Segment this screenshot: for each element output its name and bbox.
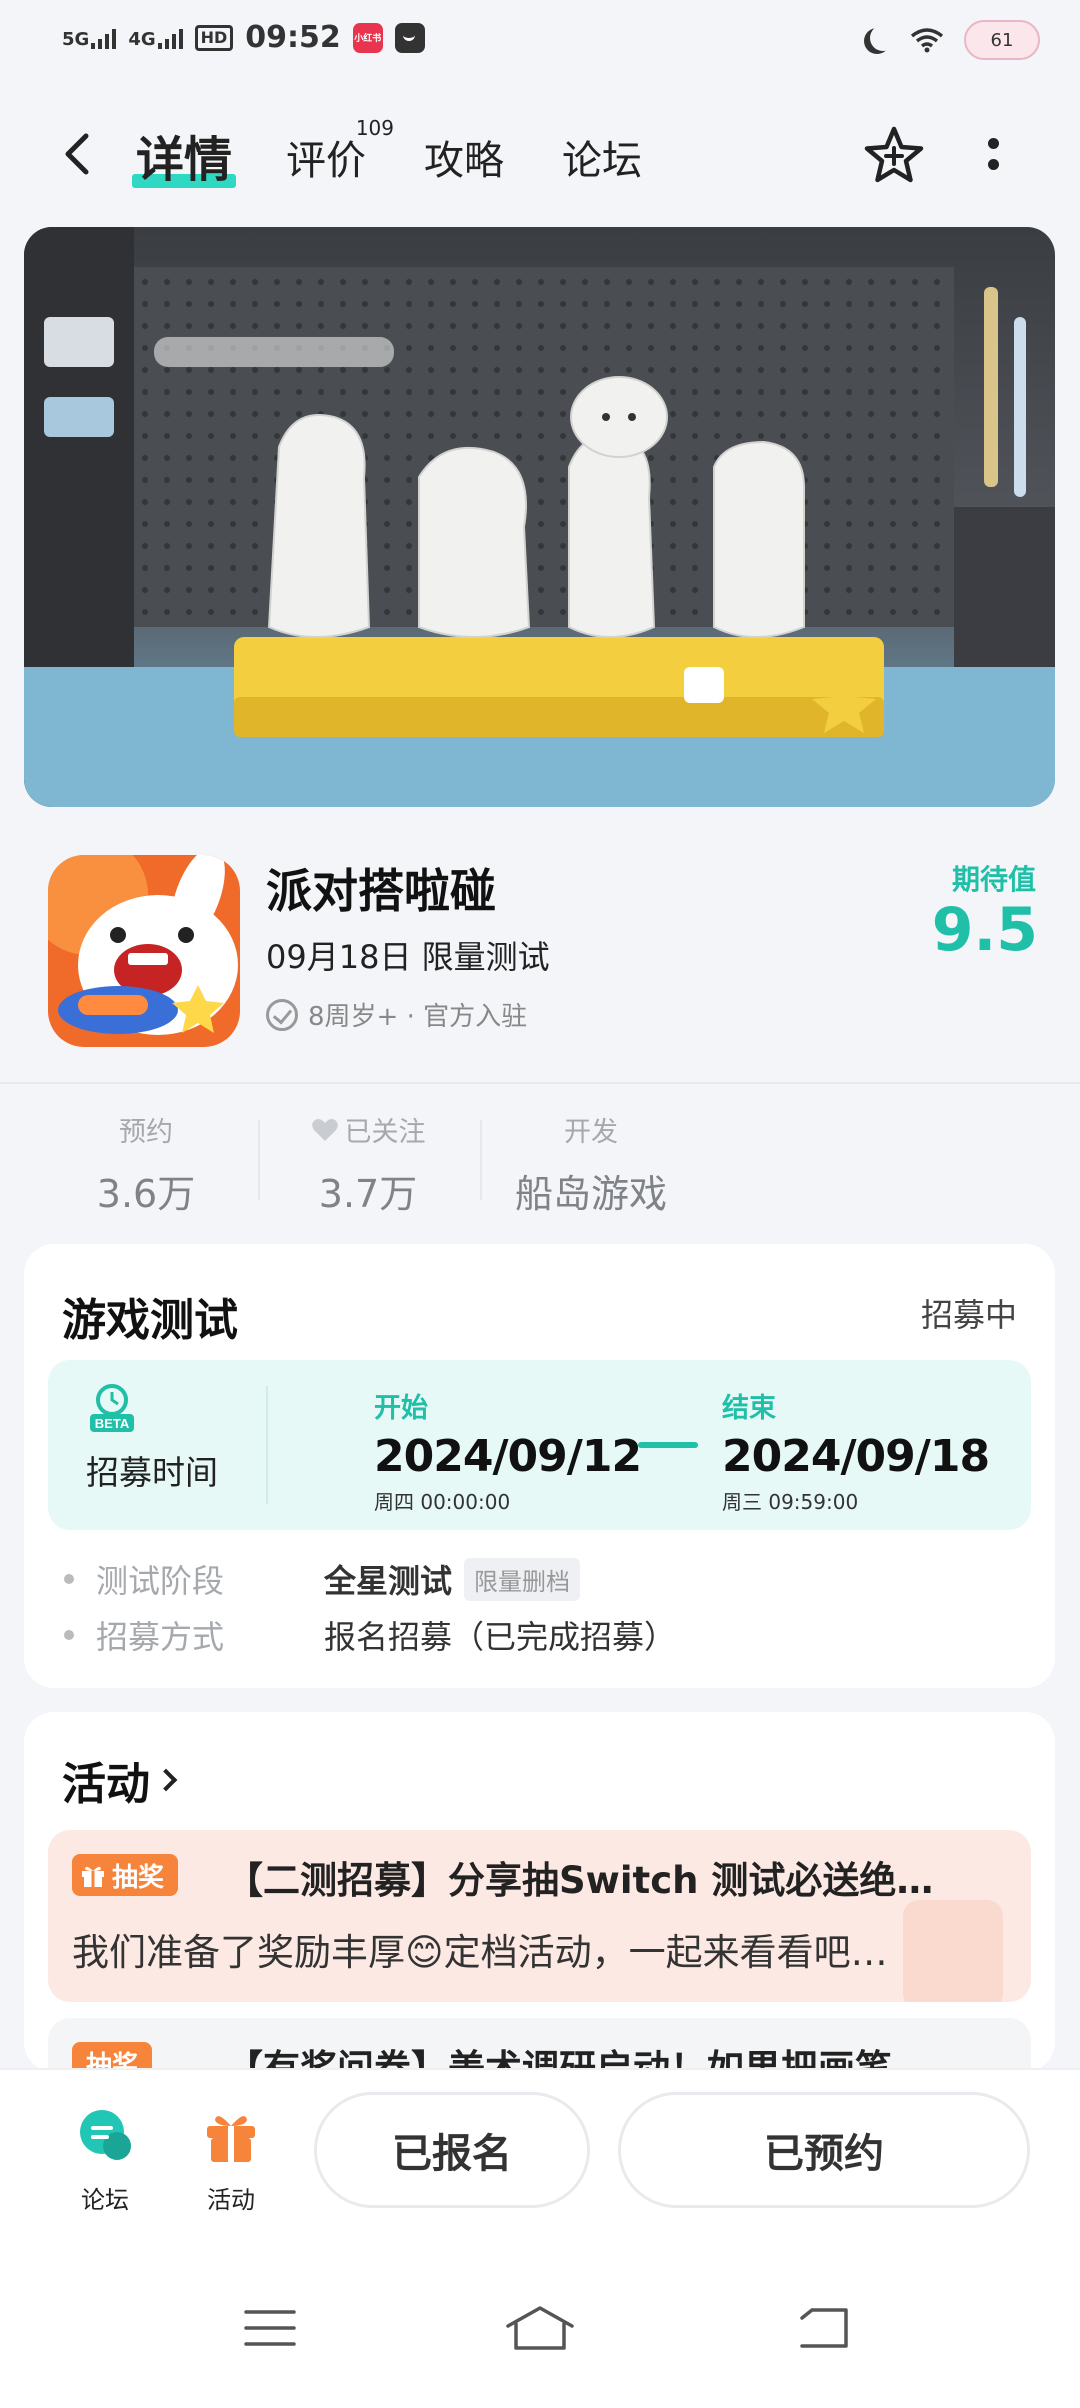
gift-icon [82,1866,104,1887]
activity-item-title: 【有奖问卷】美术调研启动！如果把画笔… [226,2047,929,2072]
arrow-right-icon [638,1442,698,1448]
lottery-badge: 抽奖 [72,1854,179,1896]
status-bar: 5G 4G HD 09:52 小红书 61 [0,0,1080,82]
tab-label: 论坛 [562,138,642,184]
tab-guides[interactable]: 攻略 [424,128,504,186]
back-icon[interactable] [58,132,98,176]
clock: 09:52 [245,20,341,55]
stat-label: 预约 [119,1117,173,1148]
back-nav-icon[interactable] [796,2306,852,2350]
info-row-recruit-method: 招募方式 报名招募（已完成招募） [64,1612,676,1658]
end-weekday: 周三 09:59:00 [722,1490,859,1514]
tab-label: 评价 [286,138,366,184]
signed-up-button[interactable]: 已报名 [314,2092,590,2208]
info-tag: 限量删档 [464,1557,581,1601]
start-time: 开始 2024/09/12 周四 00:00:00 [374,1386,642,1515]
tab-forum[interactable]: 论坛 [562,128,642,186]
game-banner-video[interactable] [24,227,1055,807]
expectation-label: 期待值 [951,863,1036,896]
end-time: 结束 2024/09/18 周三 09:59:00 [722,1386,990,1515]
recruit-label: 招募时间 [86,1453,218,1492]
recruit-status: 招募中 [920,1296,1017,1334]
game-test-card: 游戏测试 招募中 BETA 招募时间 开始 2024/09/12 周四 00:0… [24,1244,1055,1688]
heart-icon [311,1118,338,1141]
activity-title: 活动 [62,1759,150,1810]
beta-text: BETA [95,1416,130,1431]
activity-item-title: 【二测招募】分享抽Switch 测试必送绝… [226,1859,934,1902]
game-meta: 8周岁+ · 官方入驻 [266,996,527,1033]
beta-icon: BETA [90,1384,134,1432]
game-meta-text: 8周岁+ · 官方入驻 [308,1002,528,1032]
game-app-icon[interactable] [48,855,240,1047]
review-count-badge: 109 [355,116,394,140]
stat-value: 3.7万 [318,1172,418,1216]
forum-label: 论坛 [81,2186,129,2214]
info-value: 报名招募（已完成招募） [324,1618,677,1656]
hd-icon: HD [194,24,234,51]
message-icon [394,22,425,53]
info-key: 招募方式 [96,1618,225,1656]
tab-label: 详情 [136,132,233,188]
signal-5g: 5G [62,27,117,50]
activity-item[interactable]: 抽奖 【有奖问卷】美术调研启动！如果把画笔… [48,2018,1031,2072]
end-date: 2024/09/18 [722,1431,990,1482]
activity-button[interactable]: 活动 [186,2106,276,2215]
end-label: 结束 [722,1393,776,1424]
activity-header[interactable]: 活动 [62,1748,178,1812]
reserved-button[interactable]: 已预约 [618,2092,1030,2208]
battery-indicator: 61 [964,20,1040,60]
divider [480,1120,482,1200]
game-release-info: 09月18日 限量测试 [266,938,550,976]
home-icon[interactable] [504,2304,576,2352]
stat-followers[interactable]: 已关注 3.7万 [298,1110,438,1218]
tab-details[interactable]: 详情 [132,120,237,190]
info-value: 全星测试 [324,1562,453,1600]
system-navigation-bar [0,2270,1080,2408]
activity-card: 活动 抽奖 【二测招募】分享抽Switch 测试必送绝… 我们准备了奖励丰厚😊定… [24,1712,1055,2072]
signal-label: 5G [62,28,90,50]
signal-label: 4G [128,28,156,50]
stat-value: 船岛游戏 [514,1172,667,1216]
game-icon-artwork [48,855,240,1047]
banner-scene-image [24,227,1055,807]
stat-label: 已关注 [344,1117,426,1148]
tab-label: 攻略 [424,138,504,184]
start-label: 开始 [374,1393,428,1424]
stat-reservations: 预约 3.6万 [96,1110,196,1218]
start-weekday: 周四 00:00:00 [374,1490,511,1514]
forum-chat-icon [80,2110,131,2160]
badge-label: 抽奖 [112,1862,165,1893]
stat-value: 3.6万 [96,1172,196,1216]
activity-item[interactable]: 抽奖 【二测招募】分享抽Switch 测试必送绝… 我们准备了奖励丰厚😊定档活动… [48,1830,1031,2002]
forum-button[interactable]: 论坛 [60,2106,150,2215]
verified-check-icon [266,998,298,1031]
recruit-period: BETA 招募时间 开始 2024/09/12 周四 00:00:00 结束 2… [48,1360,1031,1530]
divider [266,1386,268,1504]
bullet [64,1574,74,1584]
divider [258,1120,260,1200]
xiaohongshu-icon: 小红书 [352,22,383,53]
stat-label: 开发 [564,1117,618,1148]
start-date: 2024/09/12 [374,1431,642,1482]
bullet [64,1630,74,1640]
game-title: 派对搭啦碰 [266,864,496,918]
moon-icon [870,25,896,51]
menu-icon[interactable] [244,2308,296,2348]
top-nav: 详情 评价 109 攻略 论坛 [0,110,1080,200]
wifi-icon [910,28,944,53]
tab-reviews[interactable]: 评价 109 [286,116,394,186]
activity-item-desc: 我们准备了奖励丰厚😊定档活动，一起来看看吧… [72,1931,888,1974]
divider [0,1082,1080,1084]
chevron-right-icon [154,1768,178,1792]
info-row-test-phase: 测试阶段 全星测试 限量删档 [64,1556,581,1602]
signal-4g: 4G [128,27,183,50]
stat-developer[interactable]: 开发 船岛游戏 [506,1110,676,1218]
info-key: 测试阶段 [96,1562,225,1600]
more-options-icon[interactable] [985,134,1001,178]
activity-label: 活动 [207,2186,255,2214]
favorite-star-icon[interactable] [862,124,926,188]
card-title: 游戏测试 [62,1295,238,1346]
gift-icon [207,2116,255,2162]
expectation-score: 9.5 [931,895,1038,965]
